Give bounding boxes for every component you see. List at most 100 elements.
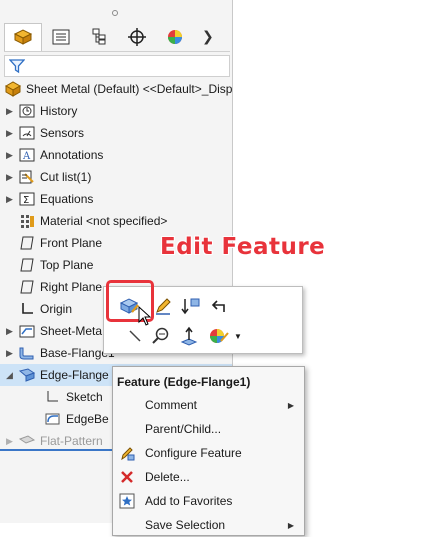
cut-list-icon	[18, 168, 36, 186]
menu-item-add-to-favorites[interactable]: Add to Favorites	[113, 489, 304, 513]
expand-arrow-icon[interactable]: ▶	[6, 150, 14, 161]
tree-item-right-plane[interactable]: Right Plane	[0, 276, 102, 298]
menu-item-save-selection[interactable]: Save Selection ▶	[113, 513, 304, 537]
undo-arrow-icon	[211, 300, 225, 312]
funnel-filter-icon	[9, 59, 25, 74]
equations-sigma-icon: Σ	[18, 190, 36, 208]
tree-item-annotations[interactable]: ▶ A Annotations	[0, 144, 103, 166]
edge-flange-icon	[18, 366, 36, 384]
normal-to-button[interactable]	[178, 325, 200, 347]
sensors-icon	[18, 124, 36, 142]
menu-item-label: Delete...	[145, 470, 190, 484]
tab-display-manager[interactable]	[156, 23, 194, 51]
menu-item-configure-feature[interactable]: Configure Feature	[113, 441, 304, 465]
tree-item-origin[interactable]: Origin	[0, 298, 72, 320]
tree-item-equations[interactable]: ▶ Σ Equations	[0, 188, 93, 210]
tree-item-label: Sensors	[40, 126, 85, 140]
tree-filter[interactable]	[4, 55, 230, 77]
tree-item-top-plane[interactable]: Top Plane	[0, 254, 93, 276]
base-flange-icon	[18, 344, 36, 362]
panel-grip-handle[interactable]	[112, 10, 118, 16]
appearance-ball-icon	[210, 329, 229, 343]
expand-arrow-icon[interactable]: ▶	[6, 326, 14, 337]
edit-sketch-button[interactable]	[152, 295, 174, 317]
appearance-dropdown[interactable]: ▼	[232, 325, 244, 347]
configure-feature-icon	[113, 445, 141, 461]
menu-item-label: Save Selection	[145, 518, 226, 532]
svg-text:Σ: Σ	[23, 195, 29, 206]
tree-item-history[interactable]: ▶ History	[0, 100, 77, 122]
expand-arrow-icon[interactable]: ▶	[6, 172, 14, 183]
tab-dimxpert-manager[interactable]	[118, 23, 156, 51]
tree-item-front-plane[interactable]: Front Plane	[0, 232, 102, 254]
tabs-scroll-right-icon[interactable]: ❯	[202, 28, 214, 45]
origin-icon	[18, 300, 36, 318]
menu-item-delete[interactable]: Delete...	[113, 465, 304, 489]
configuration-manager-icon	[92, 28, 106, 44]
plane-icon	[18, 234, 36, 252]
tree-item-edge-bend[interactable]: EdgeBe	[20, 408, 109, 430]
appearance-button[interactable]	[208, 325, 230, 347]
menu-item-label: Add to Favorites	[145, 494, 233, 508]
part-icon	[4, 80, 22, 98]
rollback-button[interactable]	[180, 295, 202, 317]
edit-feature-callout: Edit Feature	[160, 234, 326, 260]
pencil-icon	[156, 298, 171, 315]
favorites-star-icon	[113, 493, 141, 509]
panel-tabs: ❯	[4, 22, 230, 52]
expand-arrow-icon[interactable]: ▶	[6, 106, 14, 117]
tab-property-manager[interactable]	[42, 23, 80, 51]
plane-icon	[18, 256, 36, 274]
tree-item-label: EdgeBe	[66, 412, 109, 426]
feature-manager-icon	[13, 29, 33, 45]
expand-arrow-icon[interactable]: ▶	[6, 128, 14, 139]
tree-item-sensors[interactable]: ▶ Sensors	[0, 122, 84, 144]
tree-item-sketch[interactable]: Sketch	[20, 386, 103, 408]
expand-arrow-icon[interactable]: ▶	[6, 436, 14, 447]
menu-item-label: Parent/Child...	[145, 422, 222, 436]
submenu-arrow-icon: ▶	[287, 400, 294, 410]
expand-arrow-icon[interactable]: ▶	[6, 194, 14, 205]
tree-item-label: Flat-Pattern	[40, 434, 103, 448]
rollback-icon	[181, 298, 200, 315]
zoom-to-selection-button[interactable]	[150, 325, 172, 347]
property-manager-icon	[52, 29, 70, 44]
root-label: Sheet Metal (Default) <<Default>_Disp	[26, 82, 233, 96]
tree-root-part[interactable]: Sheet Metal (Default) <<Default>_Disp	[4, 78, 232, 100]
tree-item-cut-list[interactable]: ▶ Cut list(1)	[0, 166, 91, 188]
menu-title: Feature (Edge-Flange1)	[117, 375, 251, 389]
menu-item-comment[interactable]: Comment ▶	[113, 393, 304, 417]
edge-bend-icon	[44, 410, 62, 428]
appearance-ball-icon	[168, 29, 182, 44]
tree-item-label: Right Plane	[40, 280, 103, 294]
submenu-arrow-icon: ▶	[287, 520, 294, 530]
collapse-arrow-icon[interactable]: ◢	[6, 370, 14, 381]
sketch-icon	[44, 388, 62, 406]
undo-button[interactable]	[208, 295, 230, 317]
tree-item-label: Top Plane	[40, 258, 94, 272]
tab-configuration-manager[interactable]	[80, 23, 118, 51]
tree-item-sheet-metal[interactable]: ▶ Sheet-Meta	[0, 320, 102, 342]
tree-item-label: Sheet-Meta	[40, 324, 103, 338]
tree-item-label: Front Plane	[40, 236, 103, 250]
tree-item-label: Annotations	[40, 148, 104, 162]
mouse-cursor-icon	[138, 305, 152, 329]
crosshair-icon	[128, 27, 146, 46]
tree-item-label: Edge-Flange	[40, 368, 109, 382]
history-folder-icon	[18, 102, 36, 120]
tree-item-label: Material <not specified>	[40, 214, 168, 228]
tree-item-base-flange[interactable]: ▶ Base-Flange1	[0, 342, 115, 364]
tree-item-label: History	[40, 104, 78, 118]
tab-feature-manager[interactable]	[4, 22, 42, 51]
tree-item-label: Equations	[40, 192, 94, 206]
feature-context-menu: Feature (Edge-Flange1) Comment ▶ Parent/…	[112, 366, 305, 536]
menu-item-parent-child[interactable]: Parent/Child...	[113, 417, 304, 441]
menu-item-label: Configure Feature	[145, 446, 242, 460]
tree-item-label: Sketch	[66, 390, 103, 404]
svg-text:A: A	[22, 151, 31, 162]
hide-arrow-icon	[129, 330, 141, 342]
annotations-icon: A	[18, 146, 36, 164]
expand-arrow-icon[interactable]: ▶	[6, 348, 14, 359]
tree-item-material[interactable]: Material <not specified>	[0, 210, 167, 232]
tree-item-label: Cut list(1)	[40, 170, 92, 184]
